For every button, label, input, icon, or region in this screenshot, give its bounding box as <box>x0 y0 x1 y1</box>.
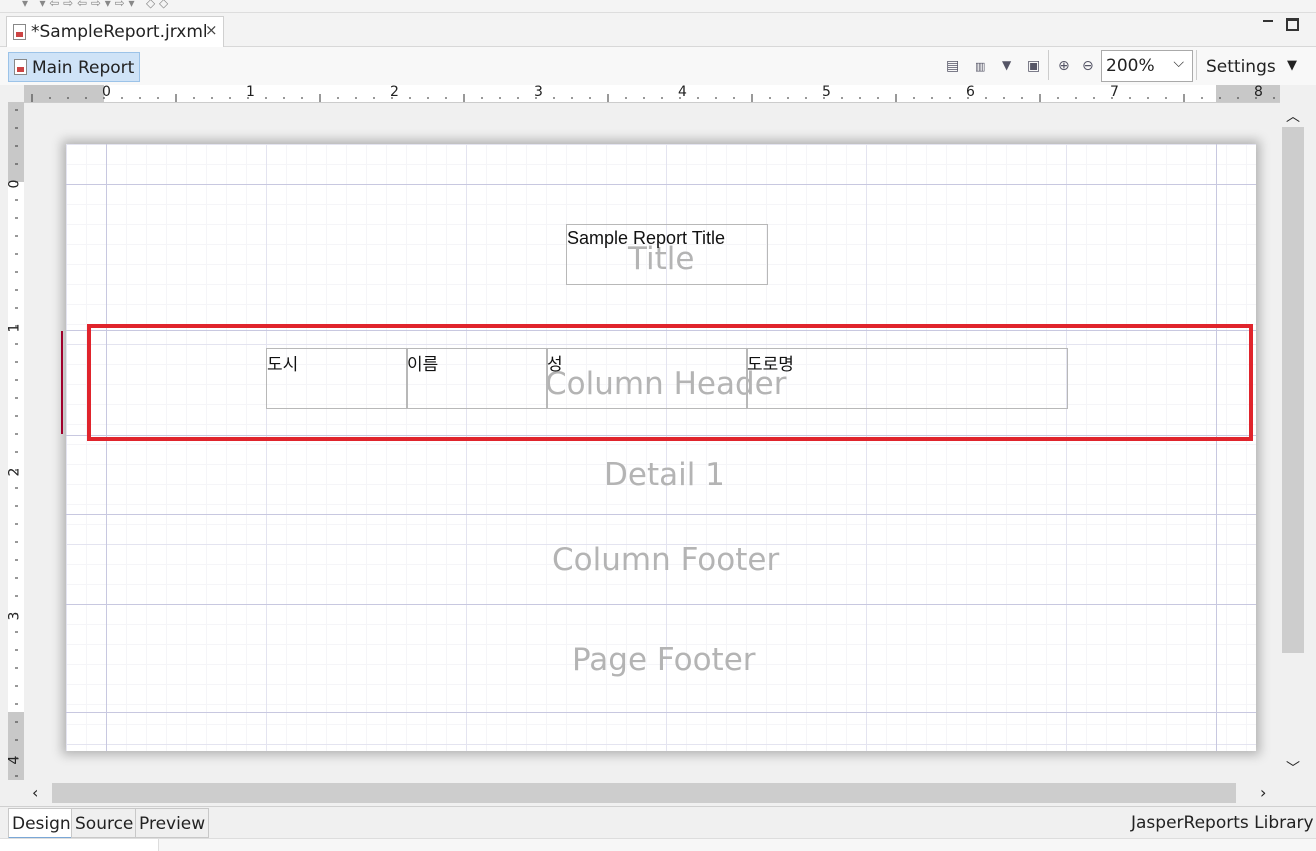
tab-source[interactable]: Source <box>71 808 138 838</box>
scroll-right-icon[interactable]: › <box>1260 783 1266 802</box>
selection-marker <box>61 331 63 434</box>
band-divider <box>66 184 1256 185</box>
tab-preview[interactable]: Preview <box>135 808 210 838</box>
dropdown-chevron-icon[interactable]: ▼ <box>1002 58 1011 72</box>
band-label-column-footer: Column Footer <box>552 542 780 578</box>
editor-tab[interactable]: *SampleReport.jrxml × <box>6 16 224 47</box>
status-bar <box>0 838 1316 851</box>
scroll-thumb[interactable] <box>52 783 1236 803</box>
design-canvas[interactable]: Title Column Header Detail 1 Column Foot… <box>24 103 1280 780</box>
export-icon[interactable]: ▣ <box>1027 58 1040 74</box>
maximize-icon[interactable] <box>1286 18 1299 31</box>
settings-button[interactable]: Settings <box>1206 57 1276 77</box>
ruler-ticks <box>31 94 1275 102</box>
dropdown-chevron-icon[interactable]: ▼ <box>1287 58 1297 73</box>
top-toolbar: ▾ ▾ ⇦ ⇨ ⇦ ⇨ ▾ ⇨ ▾ ◇ ◇ <box>0 0 1316 13</box>
close-icon[interactable]: × <box>205 21 218 39</box>
scroll-down-icon[interactable]: ﹀ <box>1286 758 1300 778</box>
scroll-left-icon[interactable]: ‹ <box>32 783 38 802</box>
zoom-select[interactable]: 200% ⌵ <box>1101 50 1193 82</box>
zoom-value: 200% <box>1106 56 1155 76</box>
main-report-label: Main Report <box>32 58 135 78</box>
toolbar-separator <box>1196 50 1197 80</box>
band-label-page-footer: Page Footer <box>572 642 756 678</box>
vertical-ruler: 0 1 2 3 4 <box>8 102 25 780</box>
band-divider <box>66 514 1256 515</box>
title-static-text[interactable]: Sample Report Title <box>566 224 768 285</box>
horizontal-ruler: 0 1 2 3 4 5 6 7 8 <box>24 85 1280 103</box>
highlight-box <box>87 324 1253 441</box>
left-margin-line <box>106 144 107 751</box>
tab-design[interactable]: Design <box>8 808 75 839</box>
report-file-icon <box>14 59 27 75</box>
scroll-up-icon[interactable]: ︿ <box>1286 106 1300 126</box>
band-label-detail: Detail 1 <box>604 457 725 493</box>
library-label: JasperReports Library <box>1131 813 1314 833</box>
zoom-in-icon[interactable]: ⊕ <box>1058 58 1070 74</box>
band-divider <box>66 712 1256 713</box>
right-margin-line <box>1216 144 1217 751</box>
minimize-icon[interactable] <box>1263 20 1273 25</box>
band-divider <box>66 604 1256 605</box>
vertical-scrollbar[interactable]: ︿ ﹀ <box>1280 102 1304 780</box>
ruler-ticks <box>15 109 18 777</box>
toolbar-separator <box>1048 50 1049 80</box>
report-file-icon <box>13 24 26 40</box>
toolbar-icons-strip[interactable]: ▾ ▾ ⇦ ⇨ ⇦ ⇨ ▾ ⇨ ▾ ◇ ◇ <box>22 0 168 10</box>
horizontal-scrollbar[interactable]: ‹ › <box>24 780 1280 806</box>
zoom-out-icon[interactable]: ⊖ <box>1082 58 1094 74</box>
main-report-button[interactable]: Main Report <box>8 52 140 82</box>
editor-tab-title: *SampleReport.jrxml <box>31 22 208 42</box>
report-page[interactable]: Title Column Header Detail 1 Column Foot… <box>66 144 1256 751</box>
status-segment <box>0 839 159 851</box>
title-text: Sample Report Title <box>567 228 726 248</box>
scroll-thumb[interactable] <box>1282 127 1304 653</box>
data-preview-icon[interactable]: ▥ <box>975 60 985 73</box>
chevron-down-icon: ⌵ <box>1173 55 1184 71</box>
band-layout-icon[interactable]: ▤ <box>946 58 959 74</box>
